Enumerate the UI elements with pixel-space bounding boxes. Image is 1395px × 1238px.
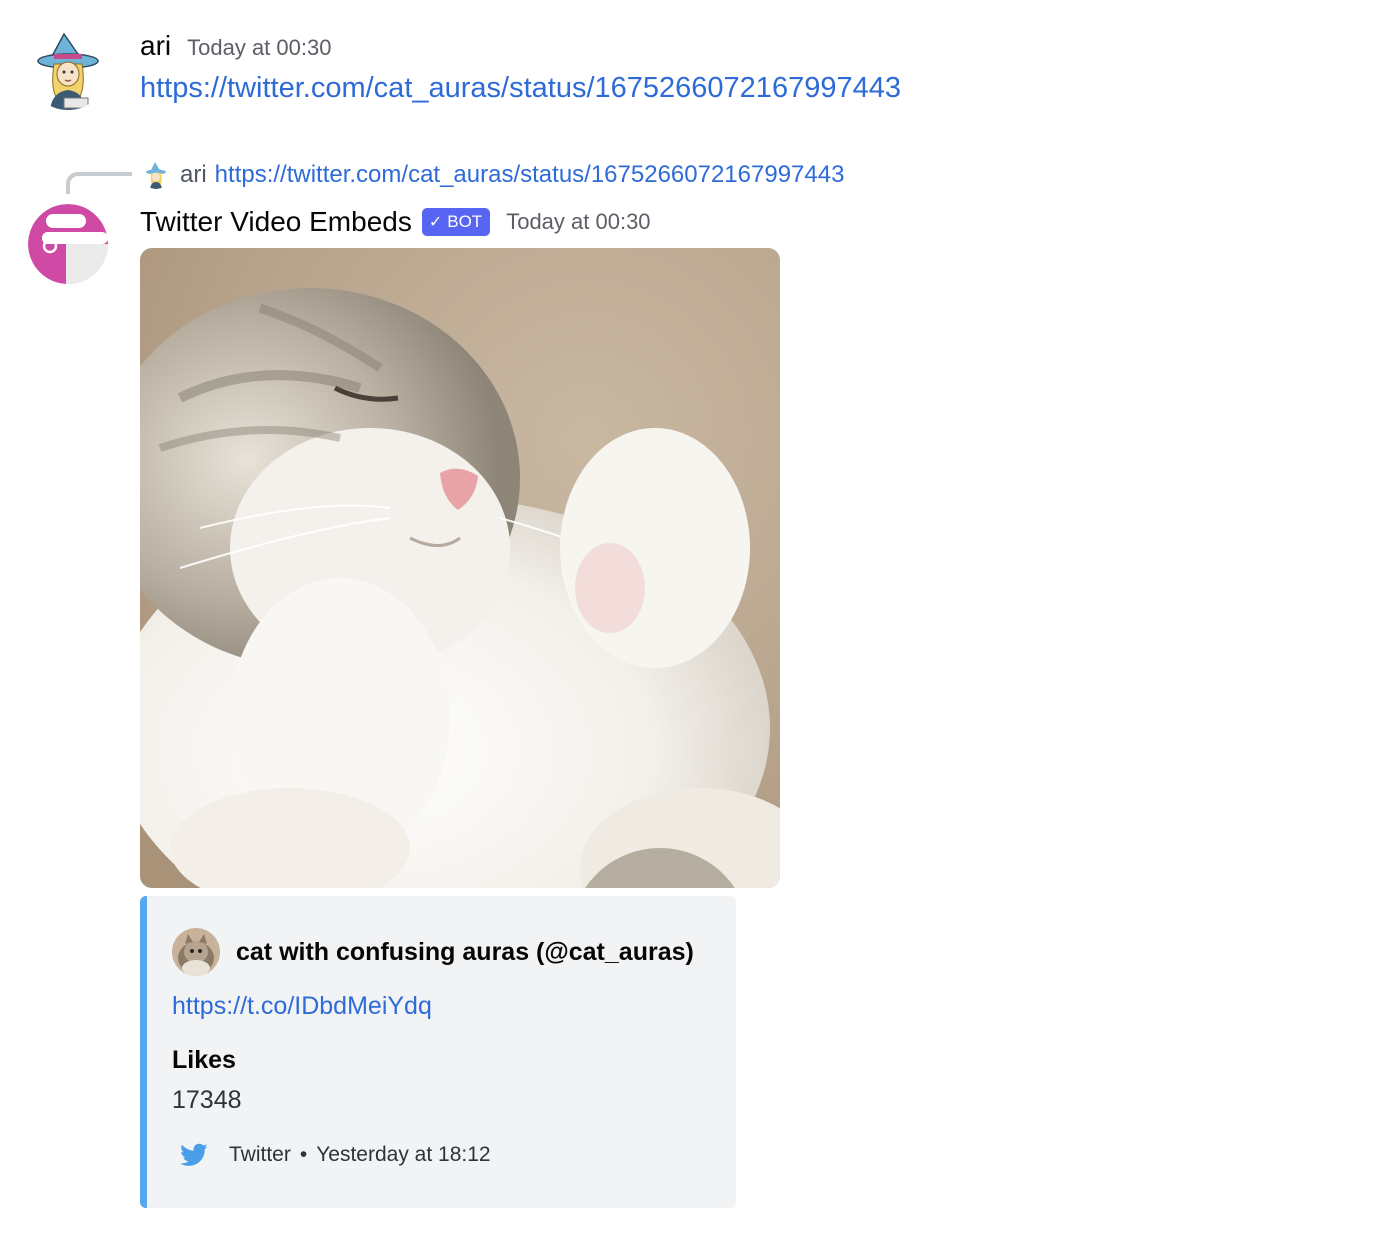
message-link[interactable]: https://twitter.com/cat_auras/status/167… [140,72,901,105]
embed-footer-text: Twitter [229,1143,291,1166]
embed-author-name[interactable]: cat with confusing auras (@cat_auras) [236,938,694,967]
cat-avatar-icon [172,928,220,976]
message-header: ari Today at 00:30 [140,30,331,68]
embed-author[interactable]: cat with confusing auras (@cat_auras) [172,928,694,976]
wizard-avatar-icon [142,161,170,189]
message-timestamp[interactable]: Today at 00:30 [187,35,331,61]
reply-spine [66,172,132,194]
embedded-video-thumbnail[interactable] [140,248,780,888]
embed-field-name: Likes [172,1046,236,1074]
bot-badge: ✓ BOT [421,208,491,236]
bot-avatar[interactable] [28,204,108,284]
username[interactable]: ari [140,30,171,62]
twitter-bird-icon [180,1143,208,1166]
embed-description-link[interactable]: https://t.co/IDbdMeiYdq [172,992,432,1021]
bot-badge-label: BOT [447,212,483,231]
embed-field-value: 17348 [172,1086,242,1114]
message-header: Twitter Video Embeds ✓ BOT Today at 00:3… [140,202,651,242]
footer-separator: • [299,1143,308,1166]
reply-author[interactable]: ari [180,161,207,189]
verified-check-icon: ✓ [428,214,443,231]
user-avatar-ari[interactable] [28,30,108,110]
embed-author-avatar[interactable] [172,928,220,976]
bot-username[interactable]: Twitter Video Embeds [140,206,412,238]
bot-logo-icon [28,204,108,284]
reply-reference[interactable]: ari https://twitter.com/cat_auras/status… [142,158,844,192]
embed-footer: Twitter • Yesterday at 18:12 [179,1140,491,1170]
message-timestamp[interactable]: Today at 00:30 [506,209,650,235]
link-embed: cat with confusing auras (@cat_auras) ht… [140,896,736,1208]
reply-link[interactable]: https://twitter.com/cat_auras/status/167… [215,161,845,189]
cat-photo-image [140,248,780,888]
chat-log: ari Today at 00:30 https://twitter.com/c… [0,0,1395,1238]
wizard-avatar-icon [28,30,108,110]
reply-avatar[interactable] [142,161,170,189]
embed-footer-timestamp: Yesterday at 18:12 [316,1143,491,1166]
